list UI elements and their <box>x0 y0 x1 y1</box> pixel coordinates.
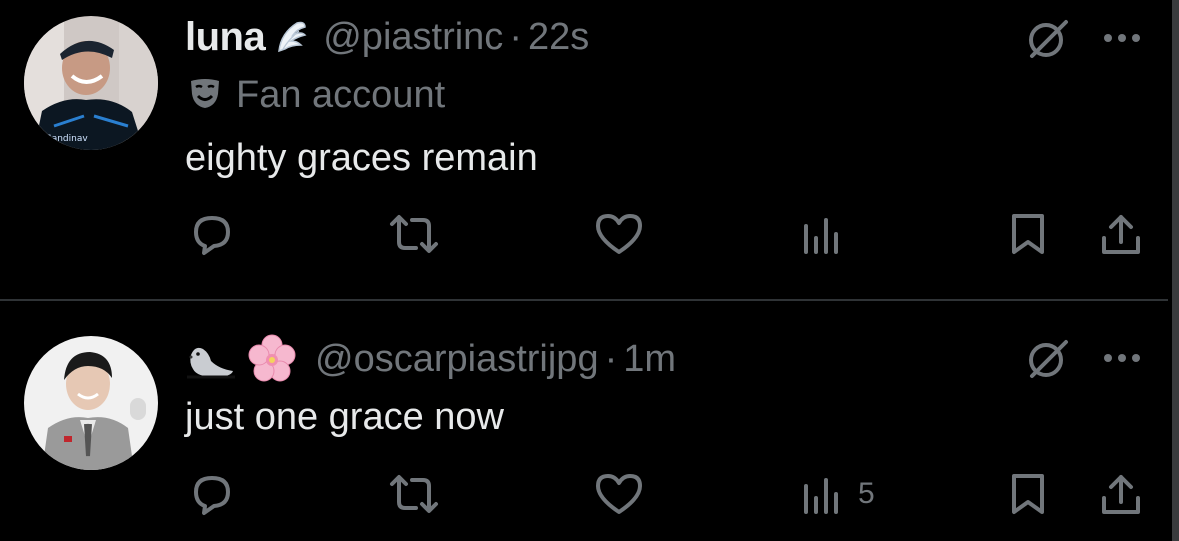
views-icon[interactable] <box>802 212 858 256</box>
bookmark-icon[interactable] <box>1008 472 1048 516</box>
views-icon[interactable]: 5 <box>802 472 875 516</box>
like-icon[interactable] <box>594 472 644 516</box>
svg-text:Sandinav: Sandinav <box>46 134 88 144</box>
tweet-header: luna @piastrinc · 22s <box>185 14 589 60</box>
handle[interactable]: @piastrinc <box>323 16 503 59</box>
timestamp[interactable]: 22s <box>528 16 589 59</box>
fan-account-label: Fan account <box>188 74 445 117</box>
view-count: 5 <box>858 477 875 510</box>
bookmark-icon[interactable] <box>1008 212 1048 256</box>
mask-label-icon <box>188 76 222 115</box>
cherry-blossom-emoji-icon <box>247 334 297 384</box>
tweet-text: just one grace now <box>185 396 504 438</box>
handle[interactable]: @oscarpiastrijpg <box>315 338 599 381</box>
like-icon[interactable] <box>594 212 644 256</box>
avatar[interactable] <box>24 336 158 470</box>
scrollbar[interactable] <box>1172 0 1179 541</box>
seal-emoji-icon <box>185 339 237 379</box>
avatar[interactable]: Sandinav <box>24 16 158 150</box>
repost-icon[interactable] <box>388 472 440 516</box>
more-icon[interactable] <box>1100 338 1146 383</box>
grok-icon[interactable] <box>1024 18 1072 67</box>
divider <box>0 299 1168 301</box>
tweet[interactable]: Sandinav luna @piastrinc · 22s Fan accou… <box>0 0 1168 300</box>
share-icon[interactable] <box>1098 472 1144 518</box>
grok-icon[interactable] <box>1024 338 1072 387</box>
tweet-text: eighty graces remain <box>185 137 538 179</box>
repost-icon[interactable] <box>388 212 440 256</box>
display-name[interactable]: luna <box>185 15 266 60</box>
separator: · <box>604 337 618 380</box>
reply-icon[interactable] <box>188 212 236 258</box>
label-text: Fan account <box>236 74 446 116</box>
wing-emoji-icon <box>275 19 309 55</box>
separator: · <box>509 15 522 58</box>
reply-icon[interactable] <box>188 472 236 518</box>
share-icon[interactable] <box>1098 212 1144 258</box>
more-icon[interactable] <box>1100 18 1146 63</box>
tweet-header: @oscarpiastrijpg · 1m <box>185 334 676 384</box>
timestamp[interactable]: 1m <box>623 338 676 381</box>
tweet[interactable]: @oscarpiastrijpg · 1m just one grace now <box>0 302 1168 541</box>
